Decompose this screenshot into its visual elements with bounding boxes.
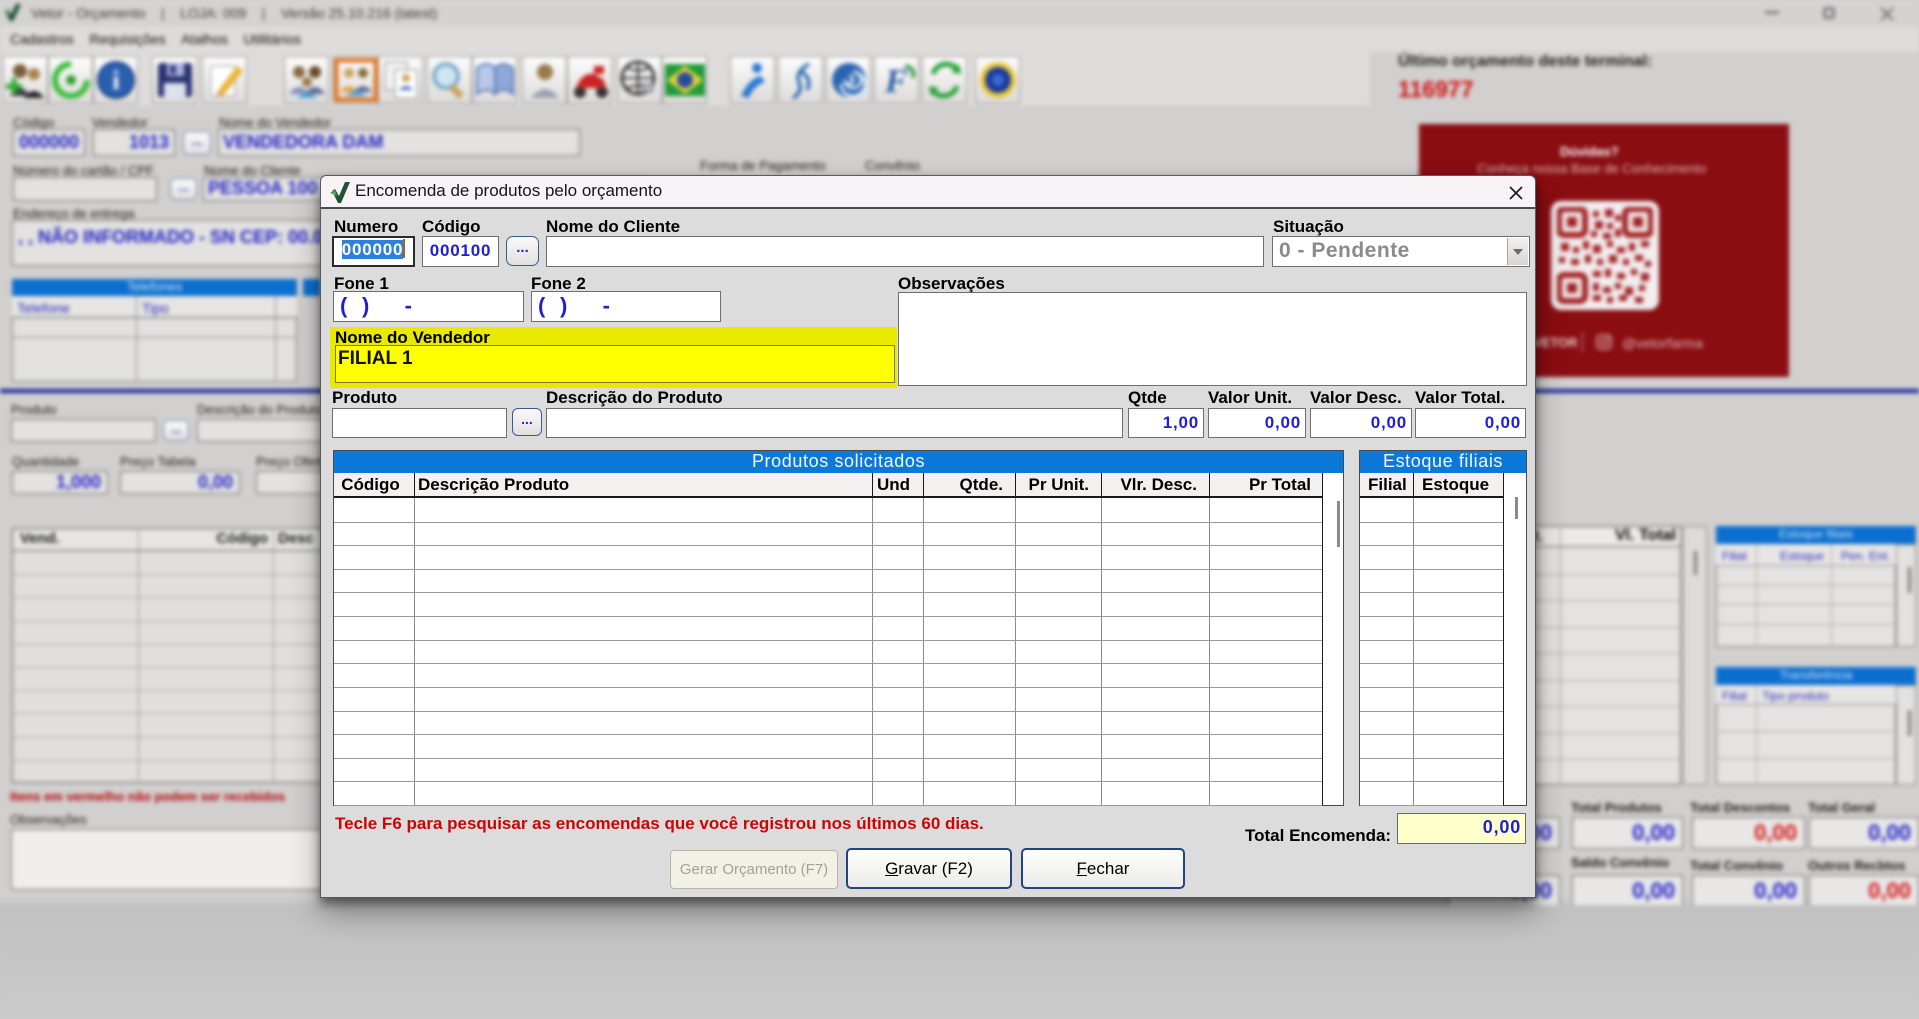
svg-text:F: F [884, 63, 908, 100]
svg-text:i: i [112, 66, 119, 95]
